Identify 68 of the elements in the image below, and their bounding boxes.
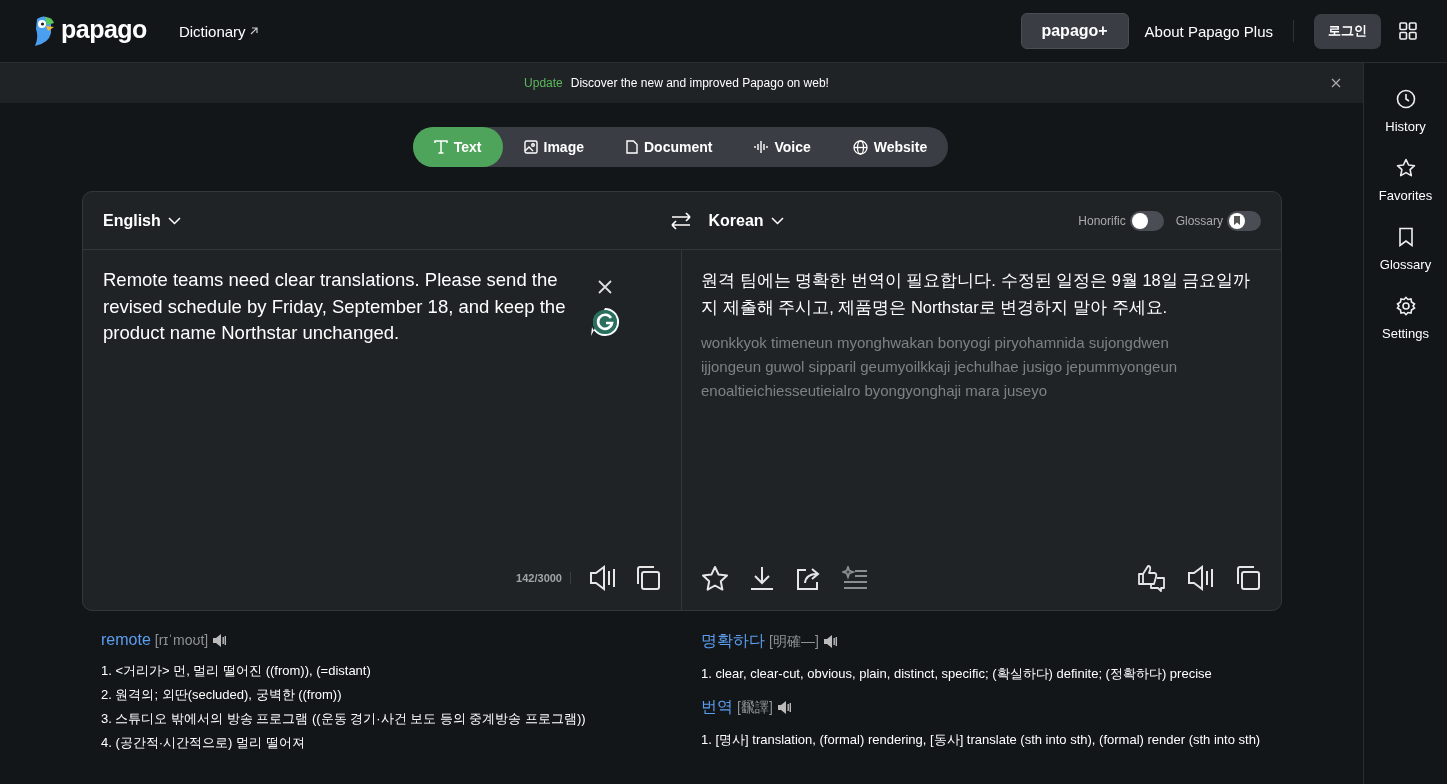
dictionary-word-link[interactable]: 번역	[701, 697, 733, 718]
mode-tab[interactable]: Image	[502, 127, 605, 167]
image-icon	[523, 140, 538, 154]
speaker-icon[interactable]	[1187, 565, 1215, 591]
mode-tab[interactable]: Voice	[733, 127, 832, 167]
banner-message: Discover the new and improved Papago on web!	[570, 76, 829, 90]
speaker-icon[interactable]	[822, 635, 837, 648]
dictionary-word-link[interactable]: remote	[101, 631, 151, 649]
about-plus-link[interactable]: About Papago Plus	[1144, 22, 1273, 40]
mode-tab[interactable]: Website	[831, 127, 949, 167]
copy-icon[interactable]	[1235, 565, 1261, 591]
gear-icon	[1395, 296, 1416, 316]
toggle-switch[interactable]	[1129, 210, 1164, 231]
toggle-switch[interactable]	[1227, 210, 1261, 231]
external-link-icon	[248, 26, 259, 36]
meaning-text: 4. (공간적·시간적으로) 멀리 떨어져	[101, 734, 306, 752]
close-icon[interactable]	[1331, 78, 1341, 88]
clear-icon[interactable]	[597, 279, 613, 295]
share-icon[interactable]	[795, 565, 822, 591]
sidebar-item[interactable]: Favorites	[1370, 158, 1441, 203]
toggle-label: Glossary	[1175, 213, 1223, 228]
copy-icon[interactable]	[635, 565, 661, 591]
apps-grid-icon[interactable]	[1399, 22, 1417, 40]
bookmark-icon	[1233, 216, 1241, 225]
star-icon	[1395, 158, 1416, 178]
source-text-field[interactable]: Remote teams need clear translations. Please send the revised schedule by Friday, September 18, and keep the product name Northstar unchanged.	[103, 267, 593, 560]
source-language-dropdown[interactable]: English	[103, 211, 181, 230]
pronunciation: [明確—]	[769, 632, 819, 651]
clock-icon	[1395, 89, 1416, 109]
chevron-down-icon	[770, 216, 784, 225]
target-language-dropdown[interactable]: Korean	[708, 211, 784, 230]
chevron-down-icon	[167, 216, 181, 225]
sidebar-item[interactable]: History	[1370, 89, 1441, 134]
sidebar-item[interactable]: Settings	[1370, 296, 1441, 341]
globe-icon	[852, 139, 868, 155]
meaning-text: 1. clear, clear-cut, obvious, plain, distinct, specific; (확실하다) definite; (정확하다) precise	[701, 665, 1213, 683]
translated-text: 원격 팀에는 명확한 번역이 필요합니다. 수정된 일정은 9월 18일 금요일까지 제출해 주시고, 제품명은 Northstar로 변경하지 말아 주세요.	[701, 270, 1252, 318]
document-icon	[626, 140, 638, 154]
parrot-logo-icon	[33, 15, 55, 47]
swap-icon[interactable]	[671, 211, 692, 230]
meaning-text: 3. 스튜디오 밖에서의 방송 프로그램 ((운동 경기·사건 보도 등의 중계방송 프로그램))	[101, 710, 587, 728]
login-button[interactable]: 로그인	[1314, 13, 1381, 49]
bookmark-icon	[1397, 227, 1414, 247]
star-icon[interactable]	[701, 564, 729, 592]
mode-tab[interactable]: Document	[605, 127, 734, 167]
dictionary-word-link[interactable]: 명확하다	[701, 631, 765, 652]
logo-wordmark[interactable]: papago	[61, 14, 147, 44]
waveform-icon	[754, 140, 769, 154]
speaker-icon[interactable]	[212, 633, 227, 647]
sparkle-list-icon[interactable]	[842, 566, 868, 590]
speaker-icon[interactable]	[589, 565, 617, 591]
update-label: Update	[524, 76, 563, 90]
papago-plus-button[interactable]: papago+	[1020, 13, 1129, 49]
sidebar-item[interactable]: Glossary	[1370, 227, 1441, 272]
character-count: 142/3000	[516, 572, 562, 584]
meaning-text: 2. 원격의; 외딴(secluded), 궁벽한 ((from))	[101, 686, 343, 704]
feedback-thumbs-icon[interactable]	[1137, 564, 1167, 592]
meaning-text: 1. <거리가> 먼, 멀리 떨어진 ((from)), (=distant)	[101, 662, 372, 680]
dictionary-link[interactable]: Dictionary	[178, 22, 259, 40]
pronunciation: [飜譯]	[737, 698, 773, 717]
romanization-text: wonkkyok timeneun myonghwakan bonyogi piryohamnida sujongdwen ijjongeun guwol sipparil geumyoilkkaji jechulhae jusigo jepummyongeun enoaltieichiesseutieialro byongyonghaji mara juseyo	[701, 333, 1179, 401]
grammar-assistant-icon[interactable]	[589, 307, 621, 337]
download-icon[interactable]	[749, 565, 775, 591]
pronunciation: [rɪˈmoʊt]	[154, 632, 209, 648]
meaning-text: 1. [명사] translation, (formal) rendering, [동사] translate (sth into sth), (formal) render (sth into sth)	[701, 731, 1261, 749]
speaker-icon[interactable]	[776, 701, 791, 714]
toggle-label: Honorific	[1078, 213, 1126, 228]
text-icon	[433, 140, 448, 154]
